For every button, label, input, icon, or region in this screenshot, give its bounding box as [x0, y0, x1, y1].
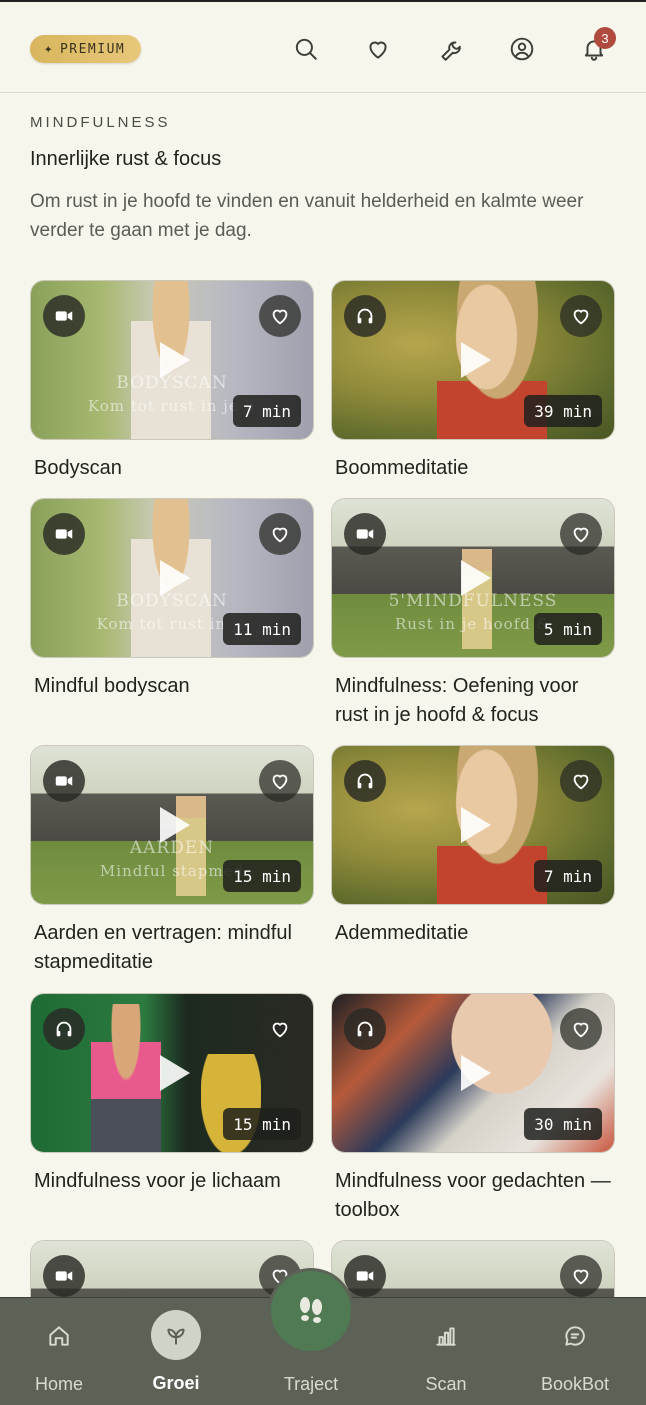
video-icon	[43, 1255, 85, 1297]
section-title: Innerlijke rust & focus	[30, 148, 222, 170]
headphones-icon	[344, 1008, 386, 1050]
traject-button[interactable]	[268, 1268, 354, 1354]
favorite-heart-icon[interactable]	[560, 1008, 602, 1050]
play-icon[interactable]	[160, 1055, 190, 1091]
play-icon[interactable]	[461, 560, 491, 596]
favorite-heart-icon[interactable]	[259, 1008, 301, 1050]
footsteps-icon	[300, 1297, 322, 1323]
card-title[interactable]: Mindfulness voor je lichaam	[34, 1167, 314, 1196]
nav-label: Scan	[425, 1374, 467, 1394]
video-icon	[43, 295, 85, 337]
media-card[interactable]: BODYSCAN Kom tot rust in je 11 min Mindf…	[30, 498, 314, 701]
favorite-heart-icon[interactable]	[560, 513, 602, 555]
play-icon[interactable]	[160, 342, 190, 378]
nav-label: Traject	[283, 1374, 339, 1394]
duration-badge: 30 min	[524, 1108, 602, 1140]
nav-label: Home	[34, 1374, 83, 1394]
card-thumbnail[interactable]: BODYSCAN Kom tot rust in je li 7 min	[30, 280, 314, 440]
chat-icon	[559, 1320, 591, 1352]
media-card[interactable]: AARDEN Mindful stapmed 15 min Aarden en …	[30, 745, 314, 977]
wrench-icon[interactable]	[437, 36, 463, 62]
video-icon	[43, 513, 85, 555]
card-thumbnail[interactable]: 30 min	[331, 993, 615, 1153]
heart-icon[interactable]	[365, 36, 391, 62]
media-card[interactable]: 15 min Mindfulness voor je lichaam	[30, 993, 314, 1196]
card-title[interactable]: Boommeditatie	[335, 454, 615, 483]
media-card[interactable]: 30 min Mindfulness voor gedachten — tool…	[331, 993, 615, 1225]
search-icon[interactable]	[293, 36, 319, 62]
play-icon[interactable]	[160, 807, 190, 843]
media-card[interactable]: 39 min Boommeditatie	[331, 280, 615, 483]
duration-badge: 15 min	[223, 860, 301, 892]
play-icon[interactable]	[461, 342, 491, 378]
premium-label: PREMIUM	[59, 41, 126, 57]
card-title[interactable]: Bodyscan	[34, 454, 314, 483]
premium-badge[interactable]: ✦ PREMIUM	[30, 35, 142, 63]
card-thumbnail[interactable]: 15 min	[30, 993, 314, 1153]
bar-chart-icon	[430, 1320, 462, 1352]
duration-badge: 7 min	[232, 395, 301, 427]
duration-badge: 15 min	[223, 1108, 301, 1140]
home-icon	[43, 1320, 75, 1352]
card-thumbnail[interactable]: BODYSCAN Kom tot rust in je 11 min	[30, 498, 314, 658]
duration-badge: 11 min	[223, 613, 301, 645]
media-card[interactable]: 7 min Ademmeditatie	[331, 745, 615, 948]
duration-badge: 5 min	[533, 613, 602, 645]
card-thumbnail[interactable]: 7 min	[331, 745, 615, 905]
card-thumbnail[interactable]: AARDEN Mindful stapmed 15 min	[30, 745, 314, 905]
nav-item-scan[interactable]: Scan	[414, 1298, 478, 1405]
top-bar: ✦ PREMIUM 3	[0, 0, 646, 93]
play-icon[interactable]	[461, 807, 491, 843]
sparkle-icon: ✦	[44, 41, 54, 57]
nav-item-groei[interactable]: Groei	[142, 1298, 210, 1405]
nav-item-home[interactable]: Home	[26, 1298, 92, 1405]
nav-item-bookbot[interactable]: BookBot	[536, 1298, 614, 1405]
media-card[interactable]: 5'MINDFULNESS Rust in je hoofd & 5 min M…	[331, 498, 615, 730]
card-title[interactable]: Aarden en vertragen: mindful stapmeditat…	[34, 919, 314, 977]
headphones-icon	[344, 295, 386, 337]
video-icon	[344, 513, 386, 555]
notification-badge: 3	[594, 27, 616, 49]
card-title[interactable]: Mindfulness: Oefening voor rust in je ho…	[335, 672, 615, 730]
play-icon[interactable]	[160, 560, 190, 596]
card-title[interactable]: Mindfulness voor gedachten — toolbox	[335, 1167, 615, 1225]
headphones-icon	[344, 760, 386, 802]
favorite-heart-icon[interactable]	[560, 295, 602, 337]
section-description: Om rust in je hoofd te vinden en vanuit …	[30, 191, 584, 241]
card-thumbnail[interactable]: 39 min	[331, 280, 615, 440]
video-icon	[43, 760, 85, 802]
favorite-heart-icon[interactable]	[259, 295, 301, 337]
profile-icon[interactable]	[509, 36, 535, 62]
nav-label: Groei	[152, 1373, 200, 1393]
nav-label: BookBot	[540, 1374, 610, 1394]
duration-badge: 7 min	[533, 860, 602, 892]
video-icon	[344, 1255, 386, 1297]
section-eyebrow: MINDFULNESS	[30, 114, 171, 131]
play-icon[interactable]	[461, 1055, 491, 1091]
favorite-heart-icon[interactable]	[259, 760, 301, 802]
card-title[interactable]: Mindful bodyscan	[34, 672, 314, 701]
headphones-icon	[43, 1008, 85, 1050]
card-thumbnail[interactable]: 5'MINDFULNESS Rust in je hoofd & 5 min	[331, 498, 615, 658]
duration-badge: 39 min	[524, 395, 602, 427]
media-card[interactable]: BODYSCAN Kom tot rust in je li 7 min Bod…	[30, 280, 314, 483]
favorite-heart-icon[interactable]	[560, 1255, 602, 1297]
card-title[interactable]: Ademmeditatie	[335, 919, 615, 948]
favorite-heart-icon[interactable]	[259, 513, 301, 555]
leaf-icon	[151, 1310, 201, 1360]
favorite-heart-icon[interactable]	[560, 760, 602, 802]
